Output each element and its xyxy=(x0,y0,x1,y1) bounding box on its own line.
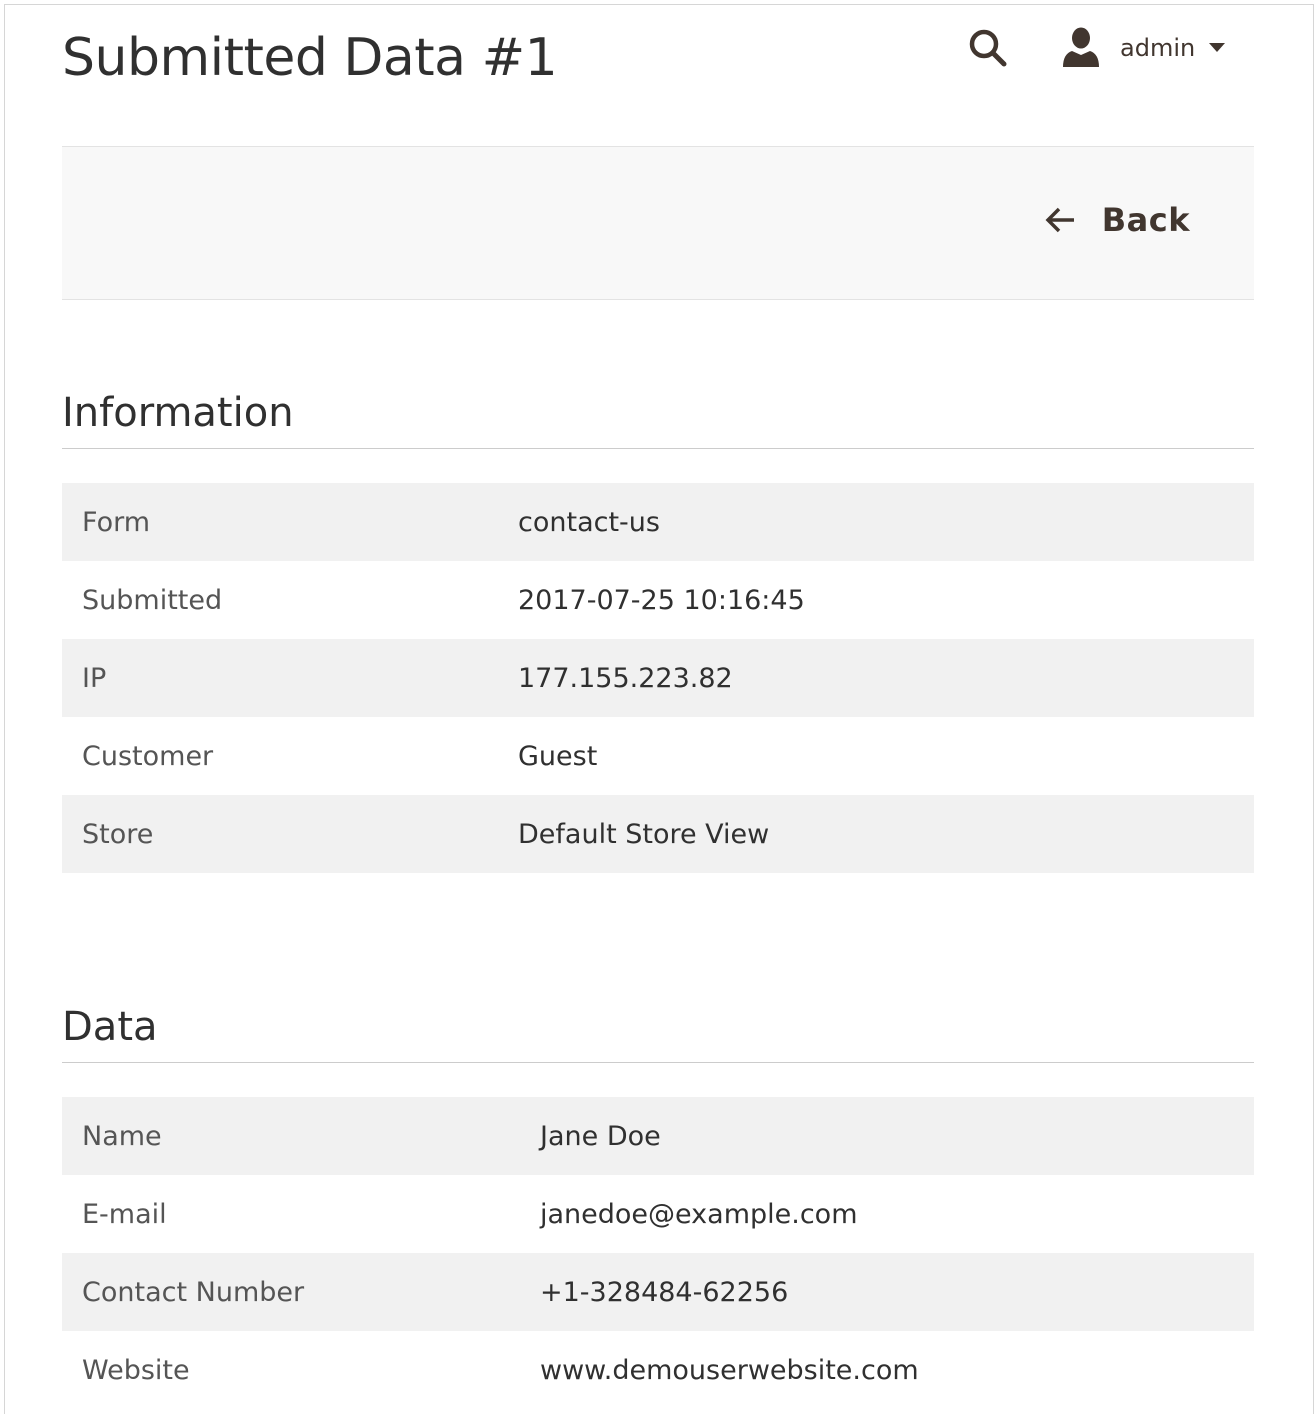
row-value: Jane Doe xyxy=(540,1120,661,1152)
row-label: Customer xyxy=(82,740,214,772)
header-actions: admin xyxy=(960,24,1240,74)
search-button[interactable] xyxy=(960,24,1016,72)
row-value: Guest xyxy=(518,740,598,772)
search-icon xyxy=(969,29,1007,67)
table-row: IP 177.155.223.82 xyxy=(62,639,1254,717)
row-value: 177.155.223.82 xyxy=(518,662,733,694)
information-table: Form contact-us Submitted 2017-07-25 10:… xyxy=(62,483,1254,873)
arrow-left-icon xyxy=(1045,207,1074,233)
table-row: Customer Guest xyxy=(62,717,1254,795)
row-value: Default Store View xyxy=(518,818,770,850)
row-label: IP xyxy=(82,662,107,694)
row-label: Submitted xyxy=(82,584,223,616)
row-label: E-mail xyxy=(82,1198,167,1230)
user-icon xyxy=(1063,27,1099,67)
back-button[interactable]: Back xyxy=(1044,201,1190,239)
row-value: +1-328484-62256 xyxy=(540,1276,789,1308)
row-value: contact-us xyxy=(518,506,660,538)
page-actions-bar: Back xyxy=(62,146,1254,300)
caret-down-icon xyxy=(1209,43,1226,53)
row-label: Contact Number xyxy=(82,1276,305,1308)
information-section-title: Information xyxy=(62,388,1254,449)
row-label: Form xyxy=(82,506,151,538)
table-row: E-mail janedoe@example.com xyxy=(62,1175,1254,1253)
row-value: janedoe@example.com xyxy=(540,1198,858,1230)
back-button-label: Back xyxy=(1101,201,1190,239)
submitted-data-table: Name Jane Doe E-mail janedoe@example.com… xyxy=(62,1097,1254,1409)
row-label: Website xyxy=(82,1354,190,1386)
table-row: Contact Number +1-328484-62256 xyxy=(62,1253,1254,1331)
row-value: www.demouserwebsite.com xyxy=(540,1354,919,1386)
table-row: Name Jane Doe xyxy=(62,1097,1254,1175)
table-row: Website www.demouserwebsite.com xyxy=(62,1331,1254,1409)
user-account-menu[interactable]: admin xyxy=(1058,24,1226,72)
table-row: Store Default Store View xyxy=(62,795,1254,873)
data-section-title: Data xyxy=(62,1002,1254,1063)
row-label: Name xyxy=(82,1120,162,1152)
row-value: 2017-07-25 10:16:45 xyxy=(518,584,805,616)
row-label: Store xyxy=(82,818,154,850)
page-title: Submitted Data #1 xyxy=(62,28,558,88)
table-row: Form contact-us xyxy=(62,483,1254,561)
table-row: Submitted 2017-07-25 10:16:45 xyxy=(62,561,1254,639)
user-name: admin xyxy=(1120,34,1196,62)
